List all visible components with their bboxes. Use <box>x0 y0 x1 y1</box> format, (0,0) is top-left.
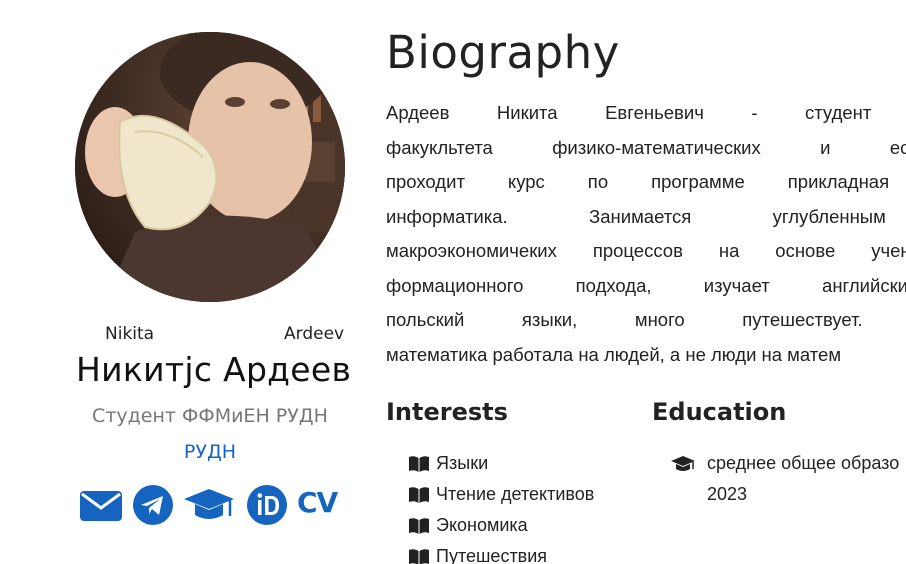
interest-label: Путешествия <box>436 546 548 564</box>
envelope-icon[interactable] <box>78 484 124 526</box>
education-title: Education <box>652 398 787 426</box>
interest-label: Экономика <box>436 515 528 535</box>
organization-link[interactable]: РУДН <box>50 441 370 463</box>
biography-line: математика работала на людей, а не люди … <box>386 343 842 365</box>
telegram-icon[interactable] <box>132 484 174 526</box>
book-icon <box>408 455 430 473</box>
education-course: среднее общее образо <box>707 453 900 473</box>
graduation-cap-icon <box>670 454 696 474</box>
last-name: Ardeev <box>284 324 345 344</box>
list-item: Экономика <box>408 512 594 543</box>
book-icon <box>408 486 430 504</box>
social-links: CV <box>78 484 378 528</box>
interests-title: Interests <box>386 398 508 426</box>
biography-line: формационного подхода, изучает английски… <box>386 274 906 296</box>
first-name: Nikita <box>105 324 155 344</box>
list-item: Чтение детективов <box>408 481 594 512</box>
biography-line: информатика. Занимается углубленным из <box>386 205 906 227</box>
biography-line: макроэкономичеких процессов на основе уч… <box>386 240 906 261</box>
interests-list: Языки Чтение детективов Экономика Путеше… <box>408 450 594 564</box>
book-icon <box>408 517 430 535</box>
list-item: Путешествия <box>408 543 594 564</box>
avatar <box>75 32 345 302</box>
interest-label: Языки <box>436 453 489 473</box>
profile-role: Студент ФФМиЕН РУДН <box>92 405 328 427</box>
graduation-cap-icon[interactable] <box>182 484 236 526</box>
biography-line: проходит курс по программе прикладная ма… <box>386 171 906 192</box>
biography-line: факукльтета физико-математических и есте… <box>386 136 906 158</box>
orcid-icon[interactable] <box>246 484 288 526</box>
biography-text: Ардеев Никита Евгеньевич - студент перво… <box>386 96 906 372</box>
biography-title: Biography <box>386 26 620 79</box>
interest-label: Чтение детективов <box>436 484 595 504</box>
education-year: 2023 <box>707 484 748 504</box>
avatar-photo <box>75 32 345 302</box>
book-icon <box>408 548 430 564</box>
biography-line: Ардеев Никита Евгеньевич - студент перво… <box>386 102 906 123</box>
cv-link[interactable]: CV <box>297 486 338 519</box>
profile-page: Nikita Ardeev Никитјс Ардеев Студент ФФМ… <box>0 0 906 564</box>
list-item: Языки <box>408 450 594 481</box>
profile-full-name: Никитјс Ардеев <box>76 350 352 389</box>
name-caption: Nikita Ardeev <box>50 324 370 344</box>
biography-line: польский языки, много путешествует. Жела… <box>386 309 906 330</box>
